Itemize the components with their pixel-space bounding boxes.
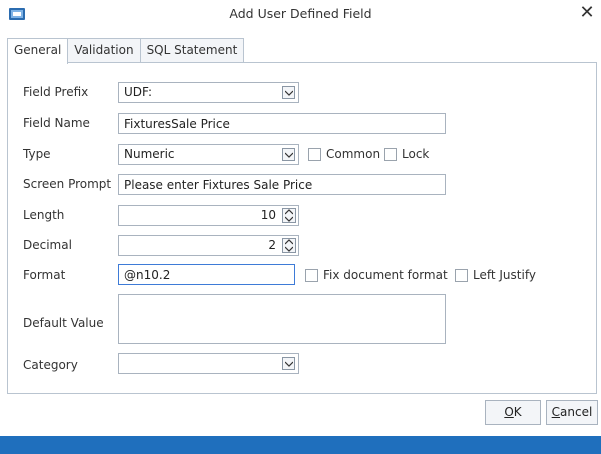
close-icon[interactable]: ✕ [577, 3, 597, 23]
title-bar: Add User Defined Field ✕ [0, 0, 601, 30]
category-label: Category [23, 358, 78, 372]
cancel-button-label: ancel [560, 405, 593, 419]
cancel-button-accel: C [551, 405, 561, 419]
chevron-down-icon[interactable] [282, 357, 295, 370]
left-justify-label: Left Justify [473, 268, 536, 282]
format-label: Format [23, 268, 66, 282]
general-panel: Field Prefix UDF: Field Name Type Numeri… [7, 62, 597, 394]
field-prefix-value: UDF: [124, 85, 153, 99]
common-checkbox[interactable]: Common [308, 147, 380, 161]
ok-button-accel: O [504, 405, 514, 419]
tab-validation[interactable]: Validation [67, 38, 141, 62]
default-value-textarea[interactable] [118, 294, 446, 344]
lock-checkbox[interactable]: Lock [384, 147, 429, 161]
left-justify-box[interactable] [455, 268, 468, 282]
ok-button[interactable]: OK [485, 400, 541, 425]
chevron-down-icon[interactable] [282, 148, 295, 161]
type-label: Type [23, 147, 51, 161]
tab-strip: General Validation SQL Statement [7, 38, 245, 64]
common-checkbox-box[interactable] [308, 147, 321, 161]
decimal-spinner[interactable]: 2 [118, 235, 299, 256]
tab-sql-statement[interactable]: SQL Statement [139, 38, 245, 62]
lock-checkbox-label: Lock [402, 147, 430, 161]
ok-button-label: K [513, 405, 522, 419]
common-checkbox-label: Common [326, 147, 381, 161]
length-spinner[interactable]: 10 [118, 205, 299, 226]
chevron-down-icon[interactable] [282, 86, 295, 99]
type-select[interactable]: Numeric [118, 144, 299, 165]
default-value-label: Default Value [23, 316, 104, 330]
tab-general[interactable]: General [7, 38, 69, 64]
category-select[interactable] [118, 353, 299, 374]
fix-document-format-checkbox[interactable]: Fix document format [305, 268, 448, 282]
cancel-button[interactable]: Cancel [546, 400, 598, 425]
length-label: Length [23, 208, 65, 222]
format-input[interactable] [118, 264, 295, 285]
field-prefix-label: Field Prefix [23, 85, 89, 99]
field-name-label: Field Name [23, 116, 90, 130]
fix-document-format-label: Fix document format [323, 268, 448, 282]
window-title: Add User Defined Field [229, 6, 372, 21]
field-prefix-select[interactable]: UDF: [118, 82, 299, 103]
decimal-label: Decimal [23, 238, 72, 252]
fix-document-format-box[interactable] [305, 268, 318, 282]
type-value: Numeric [124, 147, 175, 161]
spin-arrows-icon[interactable] [282, 208, 296, 223]
spin-arrows-icon[interactable] [282, 238, 296, 253]
screen-prompt-input[interactable] [118, 174, 446, 195]
decimal-value: 2 [268, 238, 276, 252]
taskbar-strip [0, 436, 601, 454]
lock-checkbox-box[interactable] [384, 147, 397, 161]
field-name-input[interactable] [118, 113, 446, 134]
length-value: 10 [260, 208, 276, 222]
screen-prompt-label: Screen Prompt [23, 177, 112, 191]
left-justify-checkbox[interactable]: Left Justify [455, 268, 536, 282]
